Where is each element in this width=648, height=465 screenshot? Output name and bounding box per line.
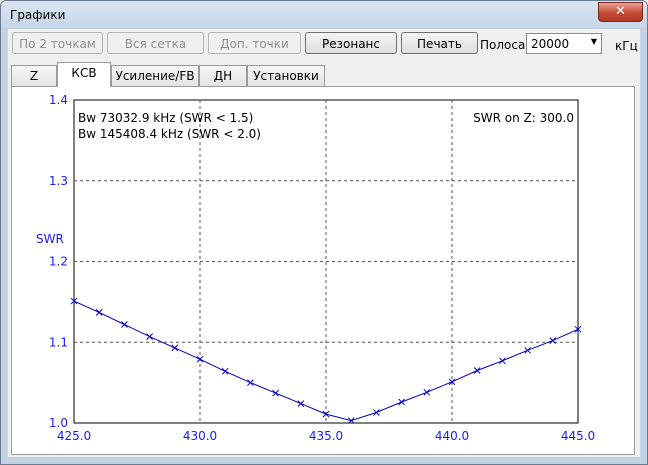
x-tick-label: 425.0	[57, 429, 91, 443]
y-tick-label: 1.4	[49, 93, 68, 107]
y-tick-label: 1.0	[49, 416, 68, 430]
all-grid-button[interactable]: Вся сетка	[107, 32, 204, 54]
client-area: По 2 точкам Вся сетка Доп. точки Резонан…	[8, 29, 640, 457]
y-tick-label: 1.1	[49, 335, 68, 349]
y-tick-label: 1.2	[49, 255, 68, 269]
band-value: 20000	[531, 37, 570, 51]
x-tick-label: 445.0	[561, 429, 595, 443]
title-bar[interactable]: Графики ✕	[1, 1, 647, 28]
close-button[interactable]: ✕	[598, 2, 643, 22]
x-tick-label: 440.0	[435, 429, 469, 443]
resonance-button[interactable]: Резонанс	[305, 32, 397, 54]
y-tick-label: 1.3	[49, 174, 68, 188]
tab-swr[interactable]: КСВ	[57, 62, 111, 87]
two-points-button[interactable]: По 2 точкам	[12, 32, 103, 54]
tab-pattern[interactable]: ДН	[199, 65, 247, 86]
chart-window: Графики ✕ По 2 точкам Вся сетка Доп. точ…	[0, 0, 648, 465]
swr-on-z-annotation: SWR on Z: 300.0	[473, 111, 574, 125]
extra-points-button[interactable]: Доп. точки	[208, 32, 301, 54]
x-tick-label: 430.0	[183, 429, 217, 443]
tab-settings[interactable]: Установки	[247, 65, 325, 86]
x-tick-labels: 425.0 430.0 435.0 440.0 445.0	[57, 429, 595, 443]
band-label: Полоса	[480, 38, 526, 52]
bandwidth-annotation-2-0: Bw 145408.4 kHz (SWR < 2.0)	[78, 127, 261, 141]
y-tick-labels: 1.0 1.1 1.2 1.3 1.4	[49, 93, 68, 430]
swr-chart: 1.0 1.1 1.2 1.3 1.4 425.0 430.0 435.0 440.0 445.…	[36, 93, 595, 443]
chevron-down-icon: ▼	[590, 37, 597, 46]
tab-z[interactable]: Z	[11, 65, 57, 86]
swr-chart-panel: 1.0 1.1 1.2 1.3 1.4 425.0 430.0 435.0 440.0 445.…	[11, 86, 635, 455]
tab-gain-fb[interactable]: Усиление/FB	[111, 65, 199, 86]
x-tick-label: 435.0	[309, 429, 343, 443]
y-axis-label: SWR	[36, 232, 64, 246]
print-button[interactable]: Печать	[401, 32, 478, 54]
window-title: Графики	[10, 8, 66, 22]
band-unit-label: кГц	[615, 39, 638, 53]
bandwidth-annotation-1-5: Bw 73032.9 kHz (SWR < 1.5)	[78, 111, 253, 125]
band-select[interactable]: 20000 ▼	[526, 33, 602, 54]
